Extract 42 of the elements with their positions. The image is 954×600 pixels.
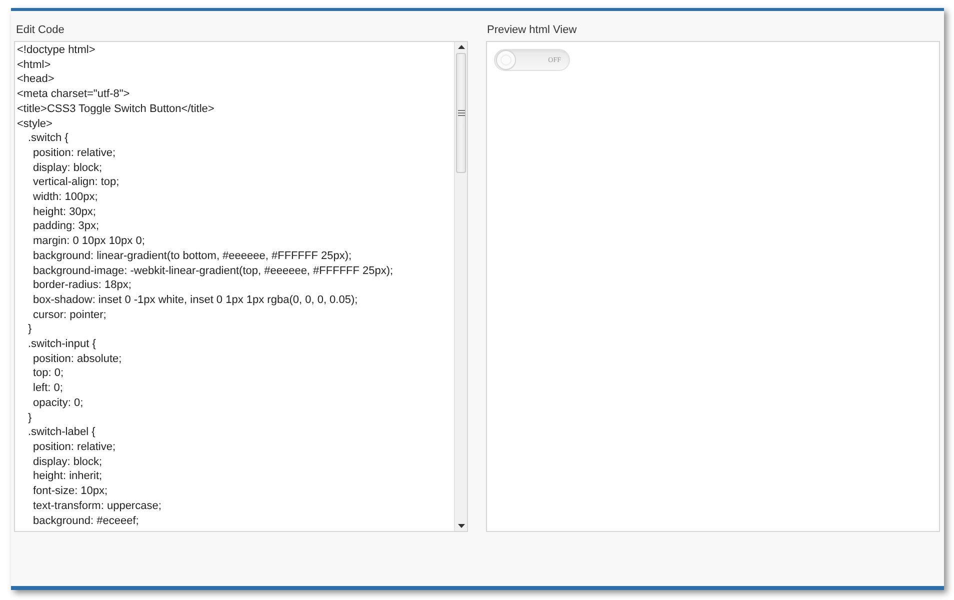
code-line: width: 100px; (32, 190, 98, 205)
code-line: height: 30px; (32, 204, 96, 220)
code-line: position: relative; (32, 146, 116, 161)
code-line: } (27, 322, 32, 338)
code-line: position: absolute; (32, 352, 122, 366)
switch-knob-icon (496, 50, 516, 70)
code-line: font-size: 10px; (32, 484, 108, 499)
code-editor-field[interactable] (14, 41, 468, 532)
panel-title: Edit Code (15, 23, 66, 38)
code-line: display: block; (32, 454, 102, 470)
code-line: opacity: 0; (32, 396, 84, 411)
grip-icon (458, 110, 464, 116)
code-line: top: 0; (32, 366, 64, 382)
scrollbar-thumb[interactable] (456, 53, 466, 173)
code-line: } (27, 410, 32, 426)
code-line: height: inherit; (32, 469, 102, 484)
code-line: <html> (17, 58, 51, 72)
code-line: .switch-label { (27, 425, 96, 440)
scrollbar[interactable] (454, 42, 467, 531)
code-line: <meta charset="utf-8"> (17, 87, 130, 102)
code-line: .switch { (27, 131, 68, 146)
code-line: cursor: pointer; (32, 308, 106, 322)
code-line: <style> (17, 116, 52, 132)
code-line: padding: 3px; (32, 219, 100, 234)
code-line: left: 0; (32, 381, 63, 396)
code-line: box-shadow: inset 0 -1px white, inset 0 1px 1px rgba(0, 0, 0, 0.05); (32, 292, 358, 308)
code-line: background: linear-gradient(to bottom, #eeeeee, #FFFFFF 25px); (32, 248, 352, 264)
code-line: <head> (17, 72, 54, 88)
code-line: display: block; (32, 160, 102, 176)
code-line: border-radius: 18px; (32, 278, 132, 293)
code-line: background-image: -webkit-linear-gradient(top, #eeeeee, #FFFFFF 25px); (32, 264, 394, 278)
code-line: text-transform: uppercase; (32, 498, 162, 514)
panel-title: Preview html View (486, 23, 578, 38)
code-line: margin: 0 10px 10px 0; (32, 234, 145, 249)
code-line: background: #eceeef; (32, 514, 139, 528)
scroll-up-arrow-icon[interactable] (458, 45, 464, 49)
scroll-down-arrow-icon[interactable] (458, 524, 464, 528)
code-line: .switch-input { (27, 337, 96, 352)
code-line: position: relative; (32, 440, 116, 455)
code-line: <!doctype html> (17, 43, 96, 58)
code-line: vertical-align: top; (32, 175, 120, 190)
code-line: <title>CSS3 Toggle Switch Button</title> (17, 102, 214, 117)
